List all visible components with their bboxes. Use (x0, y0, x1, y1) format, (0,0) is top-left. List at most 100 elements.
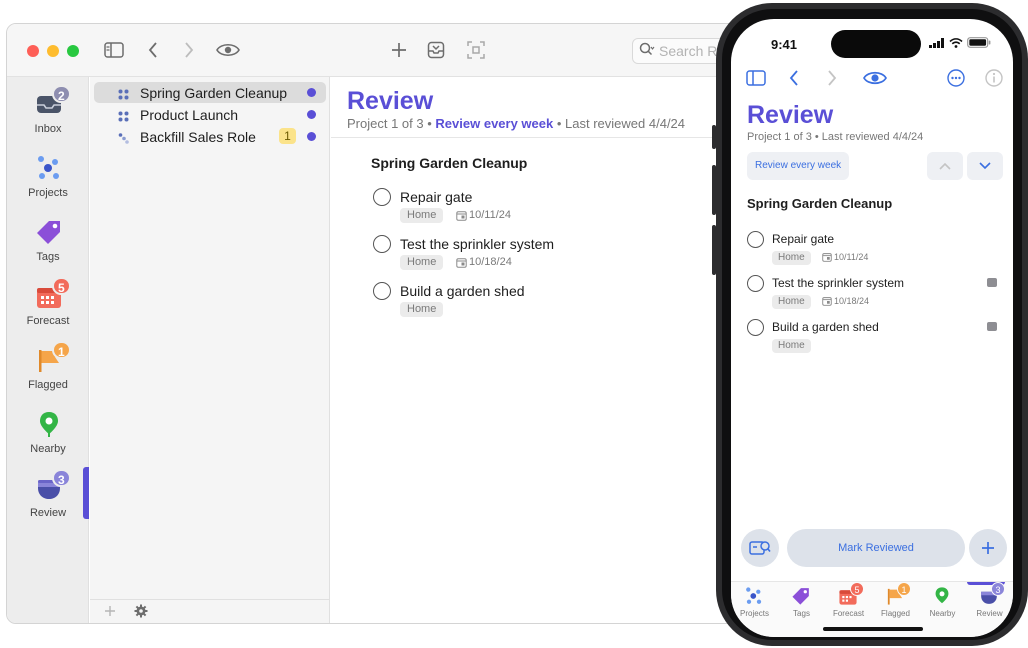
info-icon[interactable] (983, 67, 1005, 89)
task-checkbox[interactable] (747, 319, 764, 336)
task-checkbox[interactable] (747, 275, 764, 292)
tag-chip: Home (772, 251, 811, 265)
tab-projects[interactable]: Projects (731, 582, 778, 637)
home-indicator (823, 627, 923, 631)
phone-bezel: 9:41 Review Project 1 of 3 • Last review… (722, 9, 1022, 640)
sidebar-toggle-icon[interactable] (103, 39, 125, 61)
review-frequency-button[interactable]: Review every week (747, 152, 850, 180)
due-date: 10/11/24 (456, 209, 511, 221)
back-chevron-icon[interactable] (143, 39, 163, 61)
task-name[interactable]: Build a garden shed (400, 283, 525, 299)
due-date: 10/11/24 (822, 252, 868, 262)
rail-item-flagged[interactable]: 1 Flagged (7, 338, 89, 402)
task-name[interactable]: Build a garden shed (772, 320, 879, 334)
previous-project-button[interactable] (927, 152, 963, 180)
rail-label-review: Review (29, 507, 67, 519)
project-name: Spring Garden Cleanup (140, 85, 288, 101)
projects-icon (744, 586, 764, 606)
page-title: Review (347, 87, 434, 115)
inspector-search-icon (749, 541, 771, 555)
forward-chevron-icon[interactable] (179, 39, 199, 61)
rail-label-flagged: Flagged (28, 379, 68, 391)
task-name[interactable]: Repair gate (400, 189, 472, 205)
rail-item-forecast[interactable]: 5 Forecast (7, 274, 89, 338)
cellular-signal-icon (929, 37, 944, 48)
rail-item-tags[interactable]: Tags (7, 210, 89, 274)
zoom-window-button[interactable] (67, 45, 79, 57)
add-icon (982, 542, 994, 554)
due-date: 10/18/24 (822, 296, 869, 306)
project-name: Product Launch (140, 107, 239, 123)
sidebar-toggle-icon[interactable] (745, 67, 767, 89)
phone-screen: 9:41 Review Project 1 of 3 • Last review… (731, 19, 1013, 637)
quick-entry-button[interactable] (741, 529, 779, 567)
tag-icon (791, 586, 811, 606)
tab-tags[interactable]: Tags (778, 582, 825, 637)
dynamic-island (831, 30, 921, 58)
sidebar-footer (90, 599, 329, 623)
perspective-eye-icon[interactable] (862, 67, 888, 89)
gear-icon[interactable] (134, 604, 148, 623)
tag-chip: Home (400, 255, 444, 270)
review-frequency-link[interactable]: Review every week (435, 116, 553, 131)
project-icon (118, 109, 129, 122)
project-row[interactable]: Product Launch (94, 104, 326, 125)
rail-item-nearby[interactable]: Nearby (7, 402, 89, 466)
battery-icon (967, 37, 991, 48)
task-name[interactable]: Test the sprinkler system (400, 236, 554, 252)
rail-badge-inbox: 2 (52, 85, 71, 103)
perspective-eye-icon[interactable] (215, 39, 241, 61)
calendar-icon (822, 297, 832, 306)
task-name[interactable]: Test the sprinkler system (772, 276, 904, 290)
task-row[interactable]: Repair gate Home 10/11/24 (747, 229, 1007, 273)
flagged-count-badge: 1 (279, 128, 296, 144)
task-name[interactable]: Repair gate (772, 232, 834, 246)
note-icon (987, 322, 997, 331)
search-icon (639, 42, 655, 61)
forward-chevron-icon[interactable] (823, 67, 841, 89)
close-window-button[interactable] (27, 45, 39, 57)
rail-badge-forecast: 5 (52, 277, 71, 295)
project-row[interactable]: Spring Garden Cleanup (94, 82, 326, 103)
add-action-button[interactable] (969, 529, 1007, 567)
back-chevron-icon[interactable] (785, 67, 803, 89)
task-checkbox[interactable] (747, 231, 764, 248)
iphone-device: 9:41 Review Project 1 of 3 • Last review… (716, 3, 1028, 646)
task-checkbox[interactable] (373, 235, 391, 253)
next-project-button[interactable] (967, 152, 1003, 180)
rail-item-inbox[interactable]: 2 Inbox (7, 82, 89, 146)
rail-item-projects[interactable]: Projects (7, 146, 89, 210)
task-checkbox[interactable] (373, 188, 391, 206)
calendar-icon (456, 210, 467, 221)
project-row[interactable]: Backfill Sales Role 1 (94, 126, 326, 147)
minimize-window-button[interactable] (47, 45, 59, 57)
project-heading: Spring Garden Cleanup (371, 155, 528, 171)
page-title: Review (747, 101, 834, 129)
calendar-icon (822, 253, 832, 262)
project-name: Backfill Sales Role (140, 129, 256, 145)
review-subtitle: Project 1 of 3 • Review every week • Las… (347, 116, 686, 131)
task-row[interactable]: Build a garden shed Home (747, 317, 1007, 361)
add-project-icon[interactable] (104, 604, 116, 622)
review-status-dot (307, 110, 316, 119)
project-sidebar: Spring Garden Cleanup Product Launch Bac… (90, 77, 330, 623)
task-row[interactable]: Test the sprinkler system Home 10/18/24 (747, 273, 1007, 317)
rail-badge-flagged: 1 (52, 341, 71, 359)
location-pin-icon (932, 586, 952, 606)
tab-review[interactable]: 3 Review (966, 582, 1013, 637)
inbox-tray-icon[interactable] (425, 39, 447, 61)
mark-reviewed-button[interactable]: Mark Reviewed (787, 529, 965, 567)
review-status-dot (307, 88, 316, 97)
rail-item-review[interactable]: 3 Review (7, 466, 89, 530)
task-checkbox[interactable] (373, 282, 391, 300)
tag-chip: Home (400, 208, 444, 223)
tag-chip: Home (772, 339, 811, 353)
more-options-icon[interactable] (945, 67, 967, 89)
perspective-rail: 2 Inbox Projects Tags 5 Forecast 1 Flagg… (7, 77, 89, 623)
tab-nearby[interactable]: Nearby (919, 582, 966, 637)
rail-label-tags: Tags (36, 251, 60, 263)
project-icon (118, 87, 129, 100)
add-icon[interactable] (389, 39, 409, 61)
rail-label-projects: Projects (28, 187, 68, 199)
focus-icon[interactable] (465, 39, 487, 61)
